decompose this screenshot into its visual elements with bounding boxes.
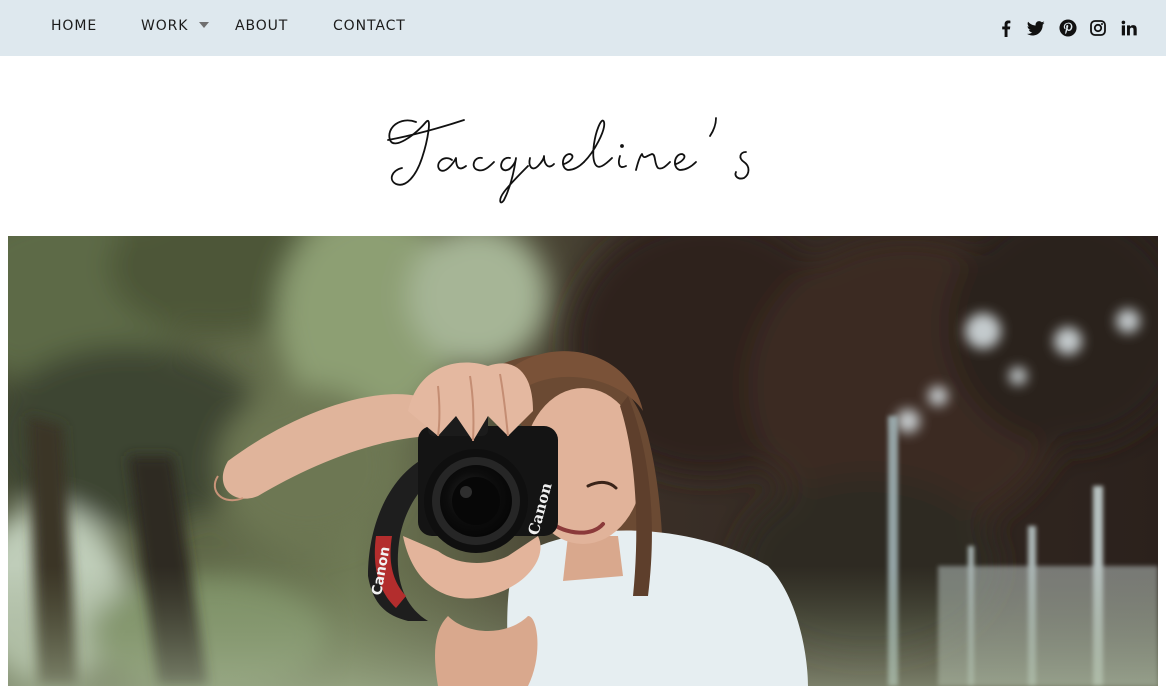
- nav-home-link[interactable]: HOME: [51, 17, 97, 35]
- nav-about-link[interactable]: ABOUT: [235, 17, 288, 35]
- twitter-icon[interactable]: [1025, 17, 1047, 39]
- site-logo[interactable]: [370, 100, 790, 215]
- instagram-icon[interactable]: [1087, 17, 1109, 39]
- photographer-with-camera-image: Canon Canon: [8, 236, 1158, 686]
- top-navigation-bar: HOME WORK ABOUT CONTACT: [0, 0, 1166, 56]
- pinterest-icon[interactable]: [1057, 17, 1079, 39]
- linkedin-icon[interactable]: [1118, 17, 1140, 39]
- nav-contact-link[interactable]: CONTACT: [333, 17, 406, 35]
- facebook-icon[interactable]: [995, 17, 1017, 39]
- chevron-down-icon[interactable]: [199, 22, 209, 28]
- hero-photo: Canon Canon: [8, 236, 1158, 686]
- nav-work-link[interactable]: WORK: [141, 17, 188, 35]
- jacquelines-script-logo: [387, 117, 750, 204]
